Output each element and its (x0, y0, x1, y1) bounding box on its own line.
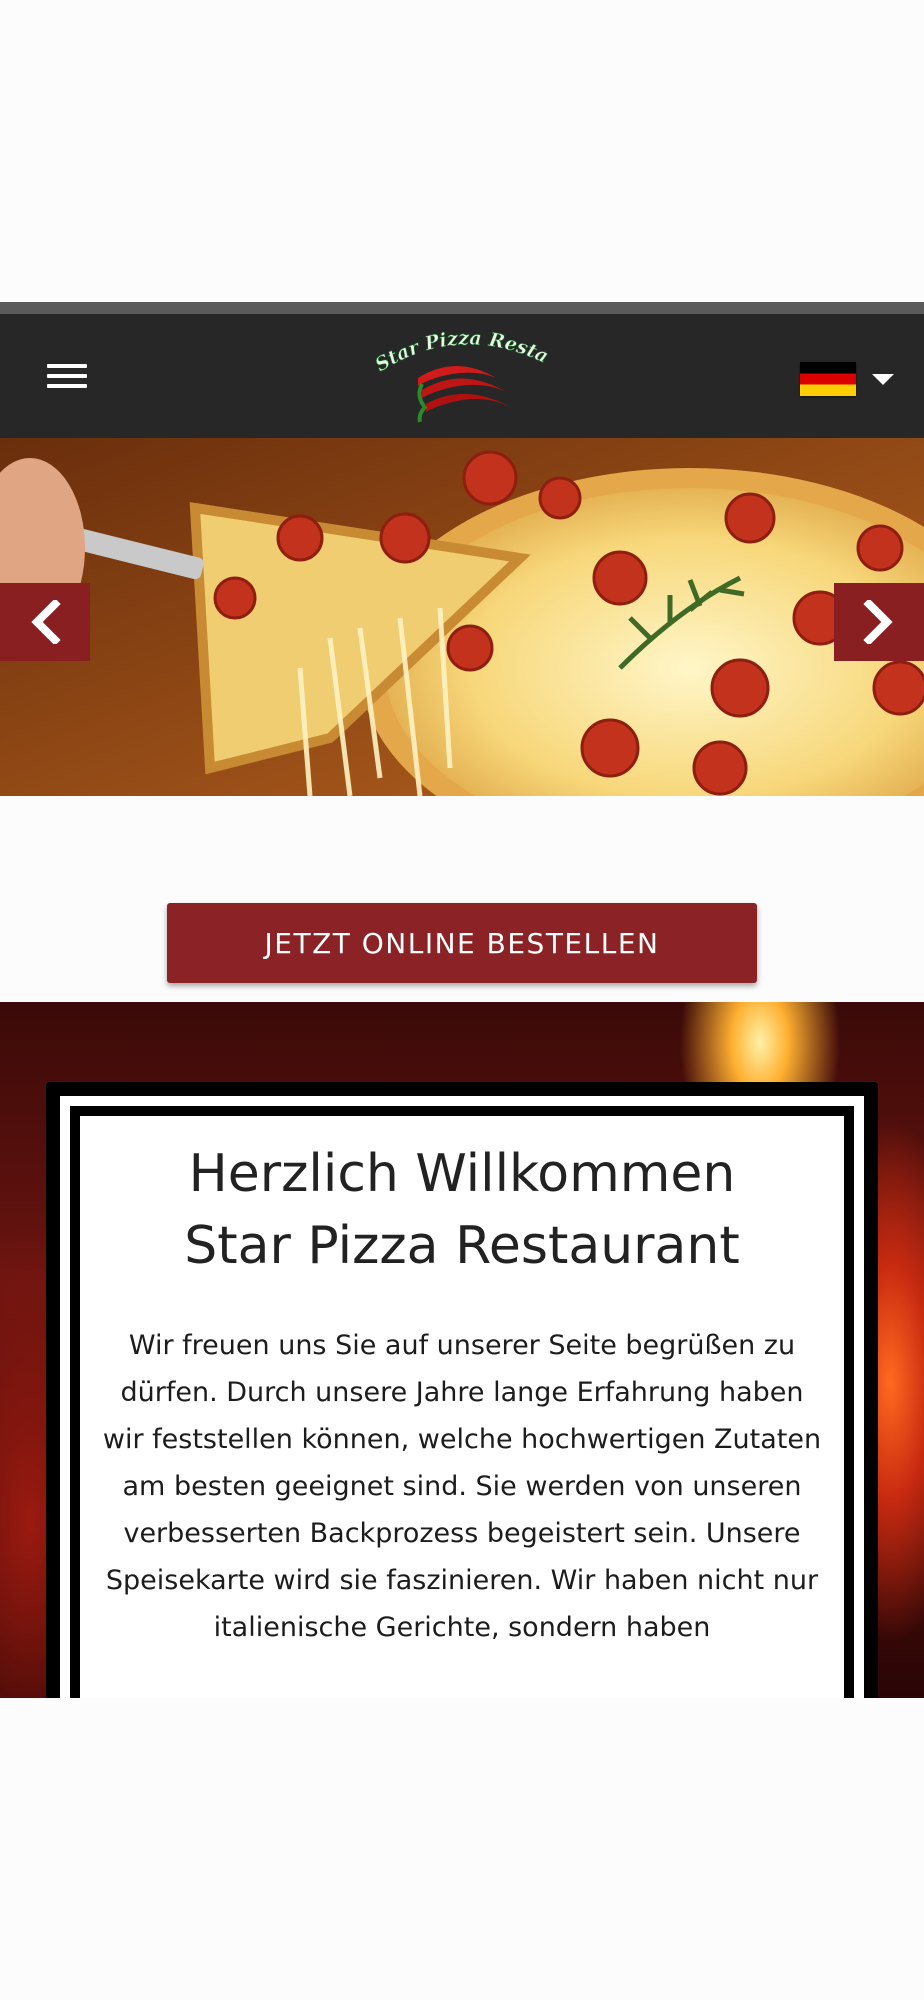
order-online-button[interactable]: JETZT ONLINE BESTELLEN (167, 903, 757, 983)
language-selector[interactable] (796, 362, 900, 402)
site-header: Star Pizza Restaurant (0, 309, 924, 438)
chevron-left-icon (31, 600, 61, 644)
welcome-card: Herzlich Willkommen Star Pizza Restauran… (46, 1082, 878, 1698)
welcome-section: Herzlich Willkommen Star Pizza Restauran… (0, 1002, 924, 1698)
hero-slider (0, 438, 924, 796)
card-content: Herzlich Willkommen Star Pizza Restauran… (80, 1116, 844, 1698)
card-border-black: Herzlich Willkommen Star Pizza Restauran… (70, 1106, 854, 1698)
chevron-right-icon (863, 600, 893, 644)
card-border-white: Herzlich Willkommen Star Pizza Restauran… (60, 1096, 864, 1698)
logo-image: Star Pizza Restaurant (359, 309, 552, 423)
menu-bar (47, 384, 87, 388)
slider-prev-button[interactable] (0, 583, 90, 661)
slider-next-button[interactable] (834, 583, 924, 661)
caret-down-icon (872, 374, 894, 385)
menu-bar (47, 374, 87, 378)
welcome-title: Herzlich Willkommen Star Pizza Restauran… (80, 1138, 844, 1282)
top-bar (0, 302, 924, 314)
welcome-title-line1: Herzlich Willkommen (188, 1144, 736, 1204)
cta-section: JETZT ONLINE BESTELLEN (0, 796, 924, 1002)
menu-bar (47, 364, 87, 368)
welcome-body: Wir freuen uns Sie auf unserer Seite beg… (102, 1330, 822, 1643)
hamburger-menu-button[interactable] (40, 356, 94, 396)
logo[interactable]: Star Pizza Restaurant (359, 309, 558, 430)
german-flag-icon (800, 362, 856, 396)
pizza-image (0, 438, 924, 796)
welcome-title-line2: Star Pizza Restaurant (184, 1216, 740, 1276)
